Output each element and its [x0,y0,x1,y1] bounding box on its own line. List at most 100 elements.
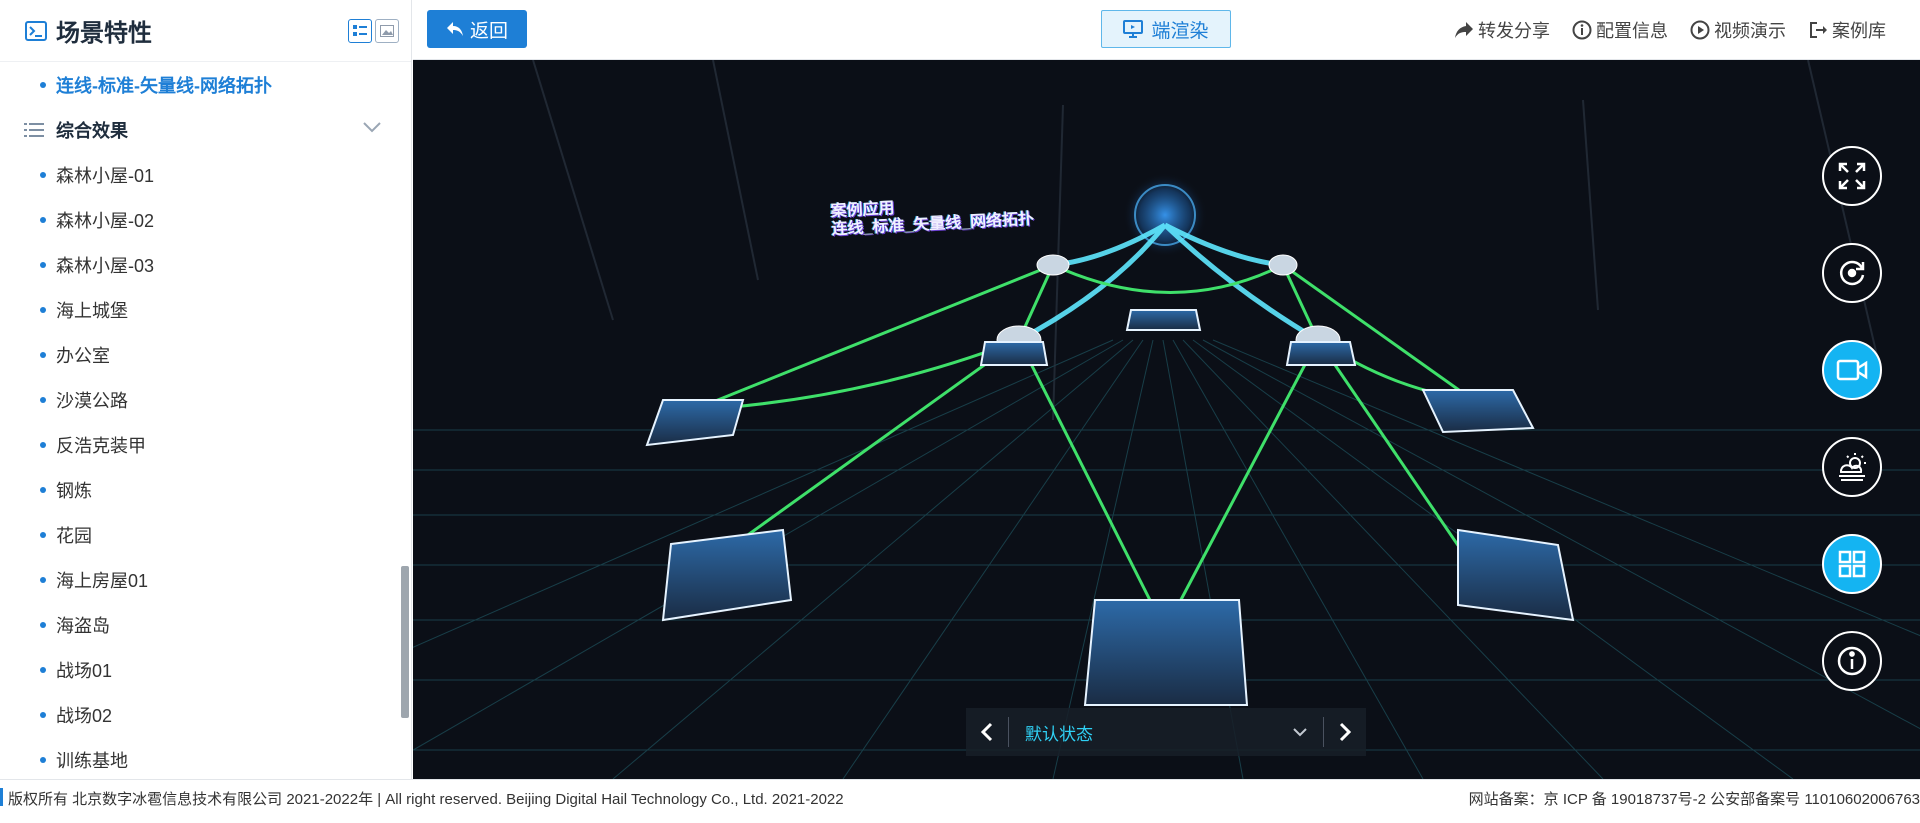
render-button[interactable]: 端渲染 [1101,10,1231,48]
router-nodes [996,254,1341,355]
sidebar-item-desert-road[interactable]: 沙漠公路 [0,377,401,422]
fullscreen-icon [1838,162,1866,190]
scene-canvas[interactable] [413,60,1920,779]
sidebar-item-label: 战场02 [56,705,113,726]
scene-viewport[interactable]: 案例应用 连线_标准_矢量线_网络拓扑 默认状态 [413,60,1920,779]
footer-accent-bar [0,788,3,806]
share-icon [1455,22,1473,38]
layout-grid-button[interactable] [1822,534,1882,594]
sidebar-menu: 连线-标准-矢量线-网络拓扑 综合效果 森林小屋-01 森林小屋-02 森林小屋… [0,62,401,779]
sidebar-title: 场景特性 [56,20,152,47]
sidebar-group-combined-effects[interactable]: 综合效果 [0,107,401,152]
video-demo-label: 视频演示 [1714,21,1786,41]
sidebar-item-forest-cabin-02[interactable]: 森林小屋-02 [0,197,401,242]
bullet [40,351,46,358]
sidebar-item-training-base[interactable]: 训练基地 [0,737,401,779]
next-state-button[interactable] [1324,708,1366,756]
sidebar-scrollbar[interactable] [401,566,409,718]
case-library-label: 案例库 [1832,21,1886,41]
sidebar-item-sea-castle[interactable]: 海上城堡 [0,287,401,332]
prev-state-button[interactable] [966,708,1008,756]
bullet [40,306,46,313]
sidebar-item-battlefield-02[interactable]: 战场02 [0,692,401,737]
sidebar-header: 场景特性 [0,0,411,62]
weather-button[interactable] [1822,437,1882,497]
topbar: 返回 端渲染 转发分享 配置信息 视频演示 案例库 [413,0,1920,60]
undo-arrow-icon [446,22,463,36]
bullet [40,756,46,763]
sidebar-item-label: 钢炼 [56,480,92,501]
fullscreen-button[interactable] [1822,146,1882,206]
weather-icon [1839,453,1866,481]
icp-record-text[interactable]: 网站备案：京 ICP 备 19018737号-2 公安部备案号 11010602… [1469,788,1920,809]
bullet [40,81,46,88]
side-controls [1822,146,1882,691]
sidebar-item-label: 反浩克装甲 [56,435,146,456]
grid-icon [1838,550,1866,578]
network-links [692,263,1474,631]
sidebar-item-label: 连线-标准-矢量线-网络拓扑 [56,75,272,96]
video-demo-button[interactable]: 视频演示 [1690,17,1786,43]
sidebar-item-label: 森林小屋-03 [56,255,155,276]
sidebar-item-label: 森林小屋-01 [56,165,155,186]
bullet [40,666,46,673]
view-toggle [348,19,399,43]
sidebar-item-hulkbuster[interactable]: 反浩克装甲 [0,422,401,467]
sidebar-group-label: 综合效果 [56,120,128,141]
bullet [40,621,46,628]
render-button-label: 端渲染 [1151,20,1209,42]
sidebar-item-network-topology[interactable]: 连线-标准-矢量线-网络拓扑 [0,62,401,107]
sidebar-item-label: 森林小屋-02 [56,210,155,231]
image-view-icon[interactable] [375,19,399,43]
bullet [40,531,46,538]
info-icon [1837,646,1867,676]
play-icon [1690,20,1710,40]
sidebar-item-forest-cabin-01[interactable]: 森林小屋-01 [0,152,401,197]
bullet [40,216,46,223]
back-button-label: 返回 [469,20,508,42]
chevron-down-icon [1293,728,1307,737]
sidebar-item-forest-cabin-03[interactable]: 森林小屋-03 [0,242,401,287]
terminal-icon [25,20,47,41]
info-button[interactable] [1822,631,1882,691]
sidebar-item-office[interactable]: 办公室 [0,332,401,377]
footer: 版权所有 北京数字冰雹信息技术有限公司 2021-2022年 | All rig… [0,779,1920,823]
bullet [40,261,46,268]
sidebar-item-pirate-island[interactable]: 海盗岛 [0,602,401,647]
bullet [40,576,46,583]
bullet [40,171,46,178]
config-info-label: 配置信息 [1596,21,1668,41]
state-select[interactable]: 默认状态 [1009,708,1323,756]
sidebar-item-label: 办公室 [56,345,110,366]
rotate-icon [1839,260,1865,286]
list-view-icon[interactable] [348,19,372,43]
share-button[interactable]: 转发分享 [1454,17,1550,43]
sidebar-item-label: 训练基地 [56,750,128,771]
sidebar-item-battlefield-01[interactable]: 战场01 [0,647,401,692]
info-icon [1572,20,1592,40]
share-label: 转发分享 [1478,21,1550,41]
background-beams [532,60,1879,421]
bullet [40,441,46,448]
bullet [40,396,46,403]
case-library-button[interactable]: 案例库 [1808,17,1886,43]
sidebar-item-label: 海盗岛 [56,615,110,636]
rotate-button[interactable] [1822,243,1882,303]
sidebar-item-label: 花园 [56,525,92,546]
exit-icon [1810,22,1827,38]
sidebar-item-garden[interactable]: 花园 [0,512,401,557]
chevron-down-icon [363,122,381,133]
bullet [40,486,46,493]
copyright-text: 版权所有 北京数字冰雹信息技术有限公司 2021-2022年 | All rig… [8,791,844,808]
sidebar-item-steel[interactable]: 钢炼 [0,467,401,512]
config-info-button[interactable]: 配置信息 [1572,17,1668,43]
back-button[interactable]: 返回 [427,10,527,48]
chevron-left-icon [981,722,993,742]
top-actions: 转发分享 配置信息 视频演示 案例库 [1454,0,1886,60]
camera-button[interactable] [1822,340,1882,400]
sidebar: 场景特性 连线-标准-矢量线-网络拓扑 综合效果 森林小屋-01 森林小屋-02 [0,0,412,779]
bullet [40,711,46,718]
state-select-value: 默认状态 [1025,724,1093,744]
sidebar-item-label: 沙漠公路 [56,390,128,411]
sidebar-item-sea-house-01[interactable]: 海上房屋01 [0,557,401,602]
